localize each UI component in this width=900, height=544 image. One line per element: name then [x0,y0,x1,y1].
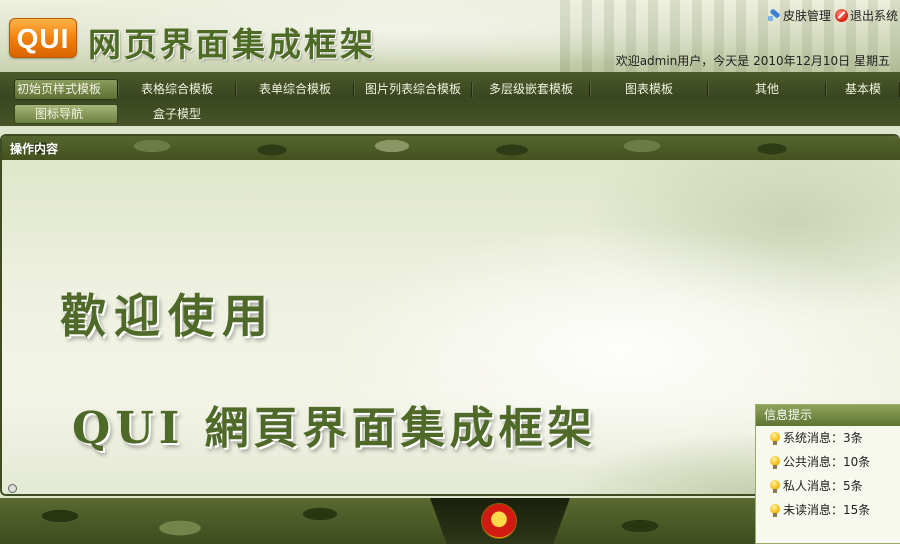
info-item-label: 系统消息：3条 [783,431,863,445]
nav-tab-basic[interactable]: 基本模 [826,76,900,103]
nav-tabs: 初始页样式模板 表格综合模板 表单综合模板 图片列表综合模板 多层级嵌套模板 图… [0,76,900,103]
nav-tab-image-list-template[interactable]: 图片列表综合模板 [354,76,472,103]
nav-tab-nested-template[interactable]: 多层级嵌套模板 [472,76,590,103]
lightbulb-icon [770,503,780,517]
nav-tab-label: 多层级嵌套模板 [488,82,573,96]
lightbulb-icon [770,479,780,493]
subtab-box-model[interactable]: 盒子模型 [118,104,236,124]
nav-tab-label: 基本模 [844,82,881,96]
lightbulb-icon [770,455,780,469]
nav-tab-label: 图片列表综合模板 [364,82,461,96]
info-item-label: 私人消息：5条 [783,479,863,493]
nav-tab-form-template[interactable]: 表单综合模板 [236,76,354,103]
nav-tab-label: 表单综合模板 [258,82,331,96]
logo: QUI [9,18,77,58]
resize-handle-icon[interactable] [8,484,17,493]
app-title: 网页界面集成框架 [88,25,376,64]
info-item-label: 未读消息：15条 [783,503,871,517]
info-tips-title: 信息提示 [756,405,900,426]
welcome-heading: 歡迎使用 [60,289,276,343]
panel-header: 操作内容 [2,136,900,160]
info-item-public[interactable]: 公共消息：10条 [756,450,900,474]
info-item-system[interactable]: 系统消息：3条 [756,426,900,450]
nav-tab-home-template[interactable]: 初始页样式模板 [0,76,118,103]
exit-icon [834,8,848,22]
nav-tab-label: 初始页样式模板 [16,82,101,96]
panel-title: 操作内容 [10,142,59,156]
top-links: 皮肤管理 退出系统 [767,7,898,24]
exit-system-link[interactable]: 退出系统 [834,7,898,24]
skin-manage-link[interactable]: 皮肤管理 [767,7,831,24]
nav-subtabs: 图标导航 盒子模型 [0,104,236,124]
national-emblem-icon [481,503,517,539]
nav-tab-label: 图表模板 [624,82,673,96]
nav-tab-other[interactable]: 其他 [708,76,826,103]
header: QUI 网页界面集成框架 皮肤管理 退出系统 欢迎admin用户，今天是 201… [0,0,900,72]
skin-manage-label: 皮肤管理 [782,8,831,23]
nav-tab-label: 表格综合模板 [140,82,213,96]
main-nav: 初始页样式模板 表格综合模板 表单综合模板 图片列表综合模板 多层级嵌套模板 图… [0,72,900,126]
info-tips-box: 信息提示 系统消息：3条 公共消息：10条 私人消息：5条 未读消息：15条 [755,404,900,544]
info-item-label: 公共消息：10条 [783,455,871,469]
nav-tab-label: 其他 [754,82,779,96]
subtab-label: 盒子模型 [152,107,201,121]
nav-tab-table-template[interactable]: 表格综合模板 [118,76,236,103]
welcome-message: 欢迎admin用户，今天是 2010年12月10日 星期五 [615,54,890,68]
exit-system-label: 退出系统 [849,8,898,23]
info-item-unread[interactable]: 未读消息：15条 [756,498,900,522]
subtab-label: 图标导航 [34,107,83,121]
welcome-subheading: QUI 網頁界面集成框架 [72,403,597,454]
info-item-private[interactable]: 私人消息：5条 [756,474,900,498]
subtab-icon-nav[interactable]: 图标导航 [0,104,118,124]
skin-brush-icon [767,9,781,22]
nav-tab-chart-template[interactable]: 图表模板 [590,76,708,103]
lightbulb-icon [770,431,780,445]
